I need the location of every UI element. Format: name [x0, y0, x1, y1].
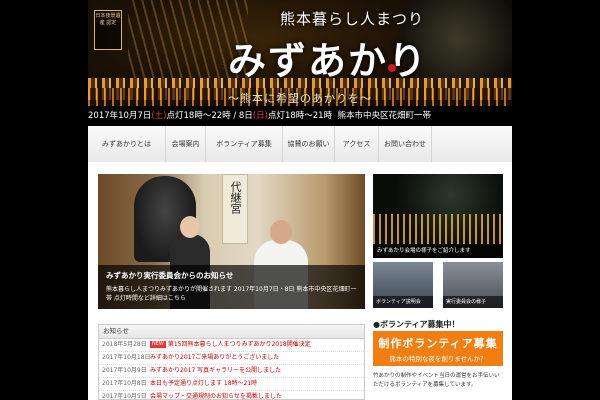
news-date: 2017年10月9日 [102, 367, 147, 374]
volunteer-banner-sub: 熊本の特別な夜を創りませんか？ [389, 355, 487, 363]
news-row[interactable]: 2017年10月5日 会場マップ・交通規制のお知らせを掲載しました [99, 391, 364, 400]
hero-caption-text: 熊本暮らし人まつりみずあかりが開催されます 2017年10月7日・8日 熊本市中… [106, 286, 357, 302]
side-thumb-1[interactable]: ボランティア説明会 [373, 262, 433, 308]
event-info-bar: 2017年10月7日(土)点灯18時～22時 / 8日(日)点灯18時～21時 … [88, 106, 512, 126]
nav-sponsor[interactable]: 協賛のお願い [283, 126, 335, 162]
festival-name: 熊本暮らし人まつり [280, 10, 425, 28]
news-row[interactable]: 2018年5月28日 NEW 第15回熊本暮らし人まつりみずあかり2018開催決定 [99, 339, 364, 352]
hero-caption[interactable]: みずあかり実行委員会からのお知らせ 熊本暮らし人まつりみずあかりが開催されます … [98, 265, 365, 309]
page: 日本夜景遺産 認定 熊本暮らし人まつり みずあかり ～熊本に希望のあかりを～ 2… [0, 0, 600, 400]
side-thumb-2[interactable]: 実行委員会の様子 [443, 262, 503, 308]
day2-weekday: (日) [252, 111, 268, 121]
venue-place: 熊本市中央区花畑町一帯 [337, 111, 432, 121]
volunteer-heading: ●ボランティア募集中！ [373, 320, 460, 329]
main-nav: みずあかりとは 会場案内 ボランティア募集 協賛のお願い アクセス お問い合わせ [88, 126, 512, 163]
night-view-badge: 日本夜景遺産 認定 [94, 10, 122, 50]
nav-access[interactable]: アクセス [335, 126, 379, 162]
festival-tagline: ～熊本に希望のあかりを～ [228, 92, 372, 105]
news-date: 2017年10月8日 [102, 380, 147, 387]
news-header: お知らせ [99, 325, 364, 339]
news-row[interactable]: 2017年10月9日 みずあかり2017 写真ギャラリーを公開しました [99, 365, 364, 378]
red-seal-mark [388, 64, 396, 72]
time-day2: 点灯18時～21時 [267, 111, 333, 121]
festival-logo-title: みずあかり [228, 38, 429, 83]
volunteer-banner[interactable]: 制作ボランティア募集 熊本の特別な夜を創りませんか？ [373, 331, 503, 366]
news-date: 2017年10月5日 [102, 393, 147, 400]
nav-contact[interactable]: お問い合わせ [379, 126, 432, 162]
news-date: 2018年5月28日 [102, 341, 147, 348]
news-link[interactable]: みずあかり2017 写真ギャラリーを公開しました [150, 367, 281, 374]
side-feature-caption: みずあかり会場の様子をご紹介します [373, 244, 503, 258]
news-row[interactable]: 2017年10月18日みずあかり2017ご来場ありがとうございました [99, 352, 364, 365]
nav-venue[interactable]: 会場案内 [166, 126, 206, 162]
main-content: 代継宮 みずあかり実行委員会からのお知らせ 熊本暮らし人まつりみずあかりが開催さ… [88, 162, 512, 400]
news-link[interactable]: みずあかり2017ご来場ありがとうございました [150, 354, 279, 361]
news-link[interactable]: 本日も予定通り点灯します 18時～21時 [150, 380, 257, 387]
volunteer-banner-main: 制作ボランティア募集 [378, 337, 498, 350]
hero-slide[interactable]: 代継宮 みずあかり実行委員会からのお知らせ 熊本暮らし人まつりみずあかりが開催さ… [98, 174, 365, 309]
hanging-scroll: 代継宮 [222, 174, 248, 244]
time-day1: 点灯18時～22時 / 8日 [166, 111, 253, 121]
new-badge: NEW [150, 341, 166, 348]
news-link[interactable]: 第15回熊本暮らし人まつりみずあかり2018開催決定 [168, 341, 311, 348]
side-thumb-1-caption: ボランティア説明会 [373, 296, 433, 308]
day1-weekday: (土) [151, 111, 167, 121]
hero-caption-title: みずあかり実行委員会からのお知らせ [106, 271, 234, 280]
volunteer-description: 竹あかりの制作やイベント当日の運営をお手伝いいただけるボランティアを募集していま… [373, 373, 500, 388]
news-row[interactable]: 2017年10月8日 本日も予定通り点灯します 18時～21時 [99, 378, 364, 391]
news-box: お知らせ 2018年5月28日 NEW 第15回熊本暮らし人まつりみずあかり2018… [98, 324, 365, 400]
nav-about[interactable]: みずあかりとは [88, 126, 166, 162]
news-link[interactable]: 会場マップ・交通規制のお知らせを掲載しました [150, 393, 282, 399]
side-feature-image[interactable]: みずあかり会場の様子をご紹介します [373, 174, 503, 258]
scroll-text: 代継宮 [229, 181, 242, 214]
bamboo-lanterns [373, 214, 503, 244]
nav-volunteer[interactable]: ボランティア募集 [206, 126, 283, 162]
news-date: 2017年10月18日 [102, 354, 151, 361]
date-day1: 2017年10月7日 [88, 111, 152, 121]
side-thumb-2-caption: 実行委員会の様子 [443, 296, 503, 308]
